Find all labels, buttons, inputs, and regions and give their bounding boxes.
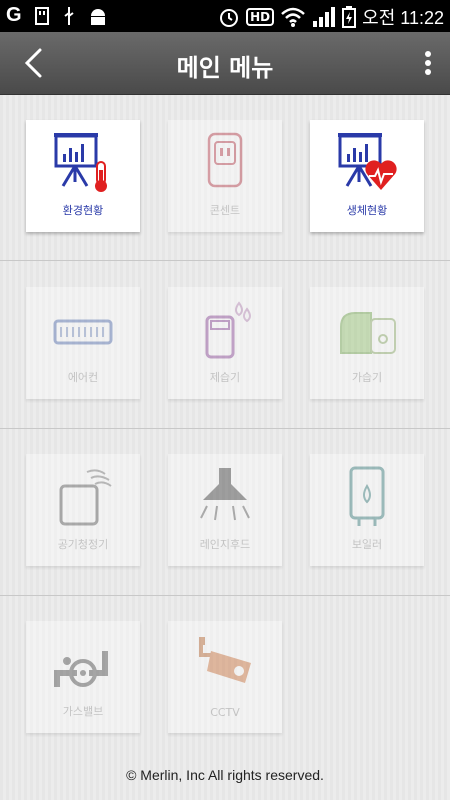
copyright-footer: © Merlin, Inc All rights reserved.	[126, 767, 324, 783]
humidifier-icon	[340, 312, 396, 354]
row-divider	[0, 260, 450, 261]
env-status-icon	[54, 133, 107, 192]
tile-air-purifier[interactable]: 공기청정기	[26, 454, 140, 566]
row-divider	[0, 428, 450, 429]
tile-label: 가습기	[351, 371, 383, 384]
bio-status-icon	[338, 133, 397, 190]
outlet-icon	[207, 132, 243, 188]
dehumidifier-icon	[205, 301, 251, 359]
tile-label: 보일러	[351, 538, 383, 551]
hd-badge: HD	[246, 8, 275, 26]
carrier-icon: G	[6, 4, 22, 26]
tile-label: 환경현황	[62, 204, 104, 217]
status-bar: G HD 오전 11:22	[0, 0, 450, 32]
gas-valve-icon	[54, 651, 108, 687]
tile-gas-valve[interactable]: 가스밸브	[26, 621, 140, 733]
tile-cctv[interactable]: CCTV	[168, 621, 282, 733]
tile-label: 제습기	[209, 371, 241, 384]
tile-boiler[interactable]: 보일러	[310, 454, 424, 566]
android-debug-icon	[90, 8, 105, 25]
tile-label: 생체현황	[346, 204, 388, 217]
tile-outlet[interactable]: 콘센트	[168, 120, 282, 232]
tile-env-status[interactable]: 환경현황	[26, 120, 140, 232]
page-title: 메인 메뉴	[176, 54, 274, 82]
range-hood-icon	[200, 468, 250, 521]
tile-label: 가스밸브	[62, 705, 104, 718]
main-menu-grid: 환경현황 콘센트 생체현황 에어컨 제습기 가습기 공기청정기 레인지후드 보일…	[0, 95, 450, 800]
tile-label: 공기청정기	[57, 538, 109, 551]
sd-card-icon	[34, 6, 49, 25]
battery-charging-icon	[342, 6, 357, 28]
usb-icon	[63, 6, 74, 25]
tile-air-conditioner[interactable]: 에어컨	[26, 287, 140, 399]
air-purifier-icon	[59, 469, 112, 526]
tile-label: 에어컨	[67, 371, 99, 384]
tile-humidifier[interactable]: 가습기	[310, 287, 424, 399]
wifi-icon	[281, 7, 305, 27]
air-conditioner-icon	[53, 319, 113, 345]
app-bar: 메인 메뉴	[0, 32, 450, 95]
alarm-icon	[220, 9, 239, 27]
more-options-button[interactable]	[416, 46, 440, 80]
signal-icon	[313, 7, 336, 27]
tile-label: CCTV	[210, 706, 240, 719]
row-divider	[0, 595, 450, 596]
boiler-icon	[349, 466, 385, 526]
cctv-icon	[199, 637, 251, 683]
status-time: 오전 11:22	[362, 8, 444, 28]
tile-dehumidifier[interactable]: 제습기	[168, 287, 282, 399]
tile-bio-status[interactable]: 생체현황	[310, 120, 424, 232]
tile-label: 레인지후드	[199, 538, 251, 551]
tile-label: 콘센트	[209, 204, 241, 217]
tile-range-hood[interactable]: 레인지후드	[168, 454, 282, 566]
